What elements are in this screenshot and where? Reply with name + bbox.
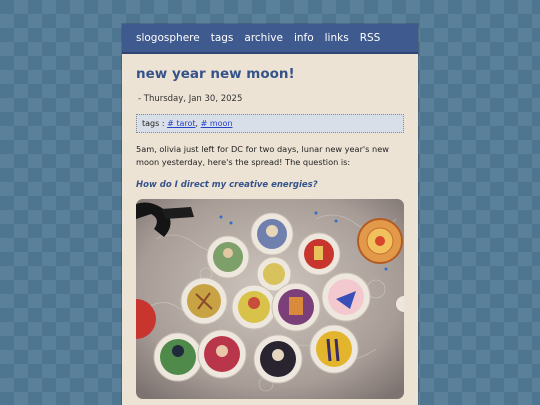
page-container: slogosphere tags archive info links RSS … [122,24,418,405]
post-title: new year new moon! [136,66,295,82]
post-date: - Thursday, Jan 30, 2025 [138,94,243,104]
nav-info-link[interactable]: info [294,32,314,44]
post-body-text: 5am, olivia just left for DC for two day… [136,144,389,167]
tarot-spread-image [136,199,404,399]
tags-box: tags : # tarot, # moon [136,114,404,133]
tag-separator: , [195,119,199,128]
tarot-card [250,212,294,256]
tag-tarot-link[interactable]: # tarot [167,119,195,128]
nav-links-link[interactable]: links [325,32,349,44]
post-question: How do I direct my creative energies? [136,180,318,190]
tags-label: tags : [142,119,165,128]
post-content: new year new moon! - Thursday, Jan 30, 2… [122,66,418,399]
top-navbar: slogosphere tags archive info links RSS [122,24,418,54]
nav-rss-link[interactable]: RSS [360,32,381,44]
tag-moon-link[interactable]: # moon [201,119,233,128]
nav-home-link[interactable]: slogosphere [136,32,200,44]
nav-archive-link[interactable]: archive [244,32,283,44]
tarot-spread-photo [136,199,404,399]
nav-tags-link[interactable]: tags [211,32,234,44]
